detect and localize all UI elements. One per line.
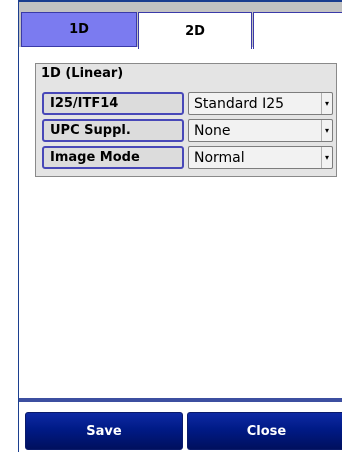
upc-suppl-value: None [194, 122, 231, 139]
button-bar-divider [19, 398, 342, 402]
i25-itf14-value: Standard I25 [194, 95, 285, 112]
tab-empty-space [253, 12, 342, 49]
group-title: 1D (Linear) [41, 66, 124, 81]
tab-1d[interactable]: 1D [21, 12, 137, 47]
dropdown-arrow-icon[interactable]: ▾ [321, 93, 332, 114]
linear-settings-group: 1D (Linear) I25/ITF14 Standard I25 ▾ UPC… [35, 63, 337, 177]
tab-bar: 1D 2D [19, 0, 342, 49]
i25-itf14-select[interactable]: Standard I25 ▾ [188, 92, 333, 115]
row-image-mode: Image Mode Normal ▾ [42, 146, 334, 169]
close-button[interactable]: Close [187, 412, 342, 450]
i25-itf14-label: I25/ITF14 [42, 92, 184, 115]
row-upc-suppl: UPC Suppl. None ▾ [42, 119, 334, 142]
upc-suppl-label: UPC Suppl. [42, 119, 184, 142]
dropdown-arrow-icon[interactable]: ▾ [321, 120, 332, 141]
row-i25-itf14: I25/ITF14 Standard I25 ▾ [42, 92, 334, 115]
settings-window: 1D 2D 1D (Linear) I25/ITF14 Standard I25… [18, 0, 342, 452]
image-mode-value: Normal [194, 149, 245, 166]
upc-suppl-select[interactable]: None ▾ [188, 119, 333, 142]
tab-2d[interactable]: 2D [138, 12, 252, 49]
dropdown-arrow-icon[interactable]: ▾ [321, 147, 332, 168]
save-button[interactable]: Save [25, 412, 183, 450]
image-mode-select[interactable]: Normal ▾ [188, 146, 333, 169]
image-mode-label: Image Mode [42, 146, 184, 169]
